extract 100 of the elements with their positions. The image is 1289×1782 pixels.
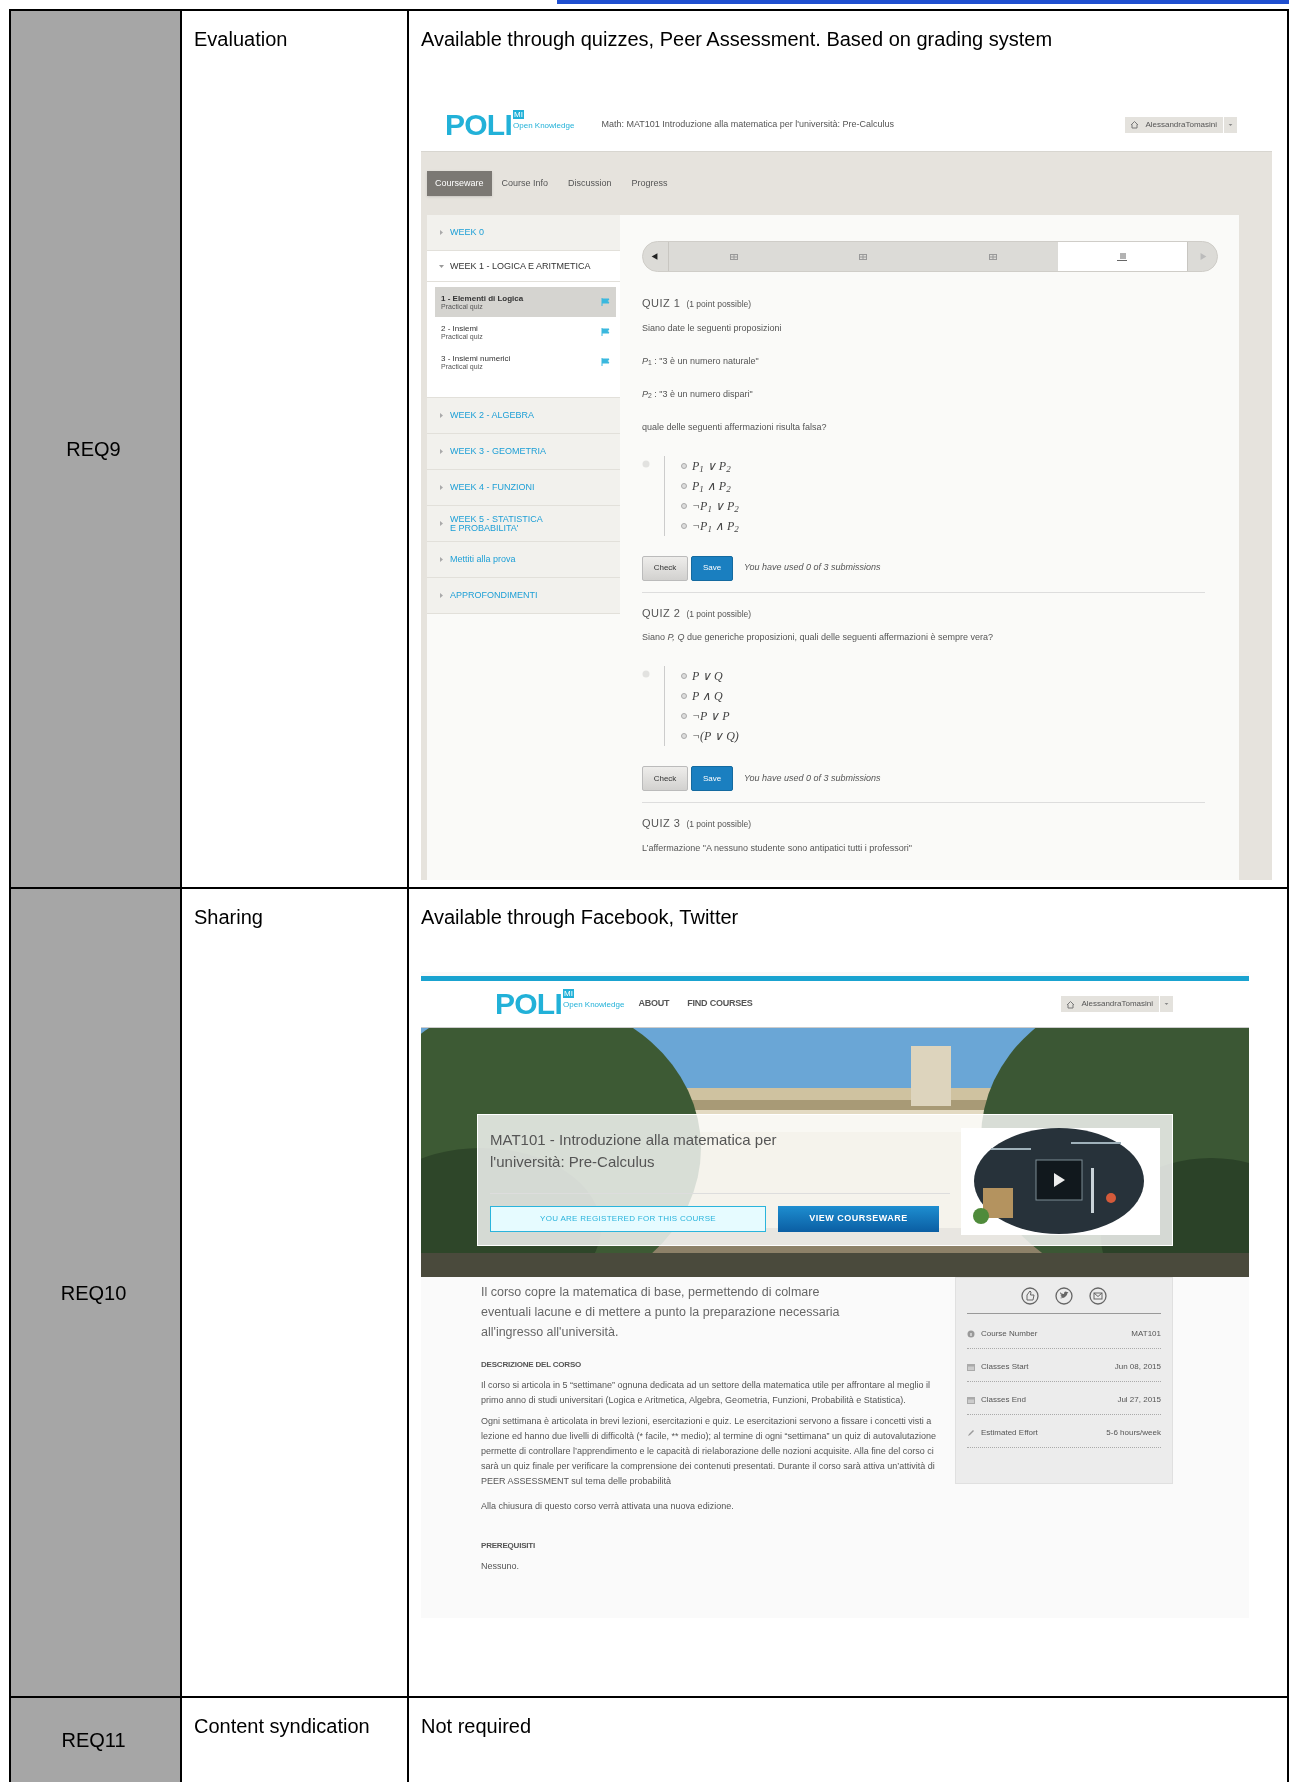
nav-tab[interactable]: Courseware	[427, 171, 492, 196]
sidebar-item[interactable]: WEEK 5 - STATISTICA E PROBABILITA'	[427, 506, 620, 542]
table-cell: Evaluation	[182, 11, 409, 889]
calendar-icon	[967, 1396, 975, 1404]
option-label: P ∨ Q	[692, 668, 723, 685]
flag-icon	[601, 298, 610, 306]
option-label: ¬P$_{1}$ ∧ P$_{2}$	[692, 517, 739, 535]
radio-button[interactable]	[681, 693, 687, 699]
lesson-title: 3 - Insiemi numerici	[441, 353, 511, 363]
logo-badge: MI	[563, 989, 574, 998]
radio-button[interactable]	[681, 462, 687, 469]
question-text: quale delle seguenti affermazioni risulta falsa?	[642, 420, 828, 434]
fact-value: Jul 27, 2015	[1117, 1394, 1161, 1406]
fact-value: 5-6 hours/week	[1106, 1427, 1161, 1439]
save-button[interactable]: Save	[691, 766, 733, 791]
fact-label: Classes End	[981, 1394, 1026, 1406]
question-text: P$_{1}$ : "3 è un numero naturale"	[642, 354, 760, 368]
nav-tab[interactable]: Discussion	[558, 171, 622, 196]
caret-right-icon	[439, 413, 444, 418]
logo-text[interactable]: POLI	[445, 109, 512, 140]
sidebar-item-label: Mettiti alla prova	[450, 555, 516, 564]
table-cell: REQ10	[11, 889, 182, 1698]
sidebar-item[interactable]: WEEK 3 - GEOMETRIA	[427, 434, 620, 470]
option-label: ¬P ∨ P	[692, 708, 730, 725]
cell-text: Available through Facebook, Twitter	[421, 905, 740, 930]
home-icon	[1130, 120, 1140, 129]
fact-label: Course Number	[981, 1328, 1038, 1340]
sidebar-item-label: WEEK 3 - GEOMETRIA	[450, 447, 546, 456]
list-icon	[1117, 252, 1128, 261]
user-menu-button[interactable]: AlessandraTomasini	[1061, 996, 1173, 1012]
description-text: Alla chiusura di questo corso verrà attivata una nuova edizione.	[481, 1500, 735, 1513]
radio-button[interactable]	[681, 713, 687, 719]
sidebar-item[interactable]: Mettiti alla prova	[427, 542, 620, 578]
sidebar-item[interactable]: APPROFONDIMENTI	[427, 578, 620, 614]
radio-button[interactable]	[681, 482, 687, 489]
sidebar-item[interactable]: WEEK 1 - LOGICA E ARITMETICA	[427, 251, 620, 282]
sidebar-item[interactable]: WEEK 4 - FUNZIONI	[427, 470, 620, 506]
option-label: ¬P$_{1}$ ∨ P$_{2}$	[692, 497, 739, 515]
caret-right-icon	[439, 557, 444, 562]
logo-badge: MI	[513, 109, 524, 119]
points-label: (1 point possible)	[686, 298, 752, 311]
sidebar-item-label: WEEK 1 - LOGICA E ARITMETICA	[450, 261, 591, 271]
thumbs-up-icon[interactable]	[1021, 1286, 1039, 1305]
check-button[interactable]: Check	[642, 555, 688, 581]
sidebar-item[interactable]: WEEK 2 - ALGEBRA	[427, 398, 620, 434]
fact-label: Estimated Effort	[981, 1427, 1038, 1439]
sidebar-item-label: WEEK 0	[450, 228, 484, 237]
question-text: Siano date le seguenti proposizioni	[642, 321, 783, 335]
save-button[interactable]: Save	[691, 555, 733, 581]
table-cell: Sharing	[182, 889, 409, 1698]
nav-tab[interactable]: Course Info	[491, 171, 559, 196]
film-icon	[729, 253, 738, 260]
nav-tab[interactable]: Progress	[621, 171, 678, 196]
caret-right-icon	[439, 521, 444, 526]
radio-button[interactable]	[681, 673, 687, 679]
home-icon	[1066, 999, 1076, 1009]
pencil-icon	[967, 1429, 975, 1437]
caret-down-icon	[439, 263, 444, 269]
question-text: P$_{2}$ : "3 è un numero dispari"	[642, 387, 754, 401]
fact-label: Classes Start	[981, 1361, 1029, 1373]
radio-button[interactable]	[681, 522, 687, 529]
user-name: AlessandraTomasini	[1081, 998, 1153, 1010]
option-label: P$_{1}$ ∧ P$_{2}$	[692, 477, 731, 495]
quiz-title: QUIZ 2	[642, 605, 681, 621]
table-cell: REQ11	[11, 1698, 182, 1782]
cell-text: Not required	[421, 1714, 533, 1739]
radio-button[interactable]	[681, 502, 687, 509]
submissions-note: You have used 0 of 3 submissions	[744, 561, 881, 575]
section-heading: PREREQUISITI	[481, 1540, 537, 1552]
mail-icon[interactable]	[1089, 1286, 1107, 1305]
film-icon	[988, 253, 997, 260]
flag-icon	[601, 328, 610, 336]
submissions-note: You have used 0 of 3 submissions	[744, 771, 881, 785]
user-menu-button[interactable]: AlessandraTomasini	[1125, 116, 1237, 133]
course-title: Math: MAT101 Introduzione alla matematica per l'università: Pre-Calculus	[601, 117, 895, 131]
bird-icon[interactable]	[1055, 1286, 1073, 1305]
description-text: Ogni settimana è articolata in brevi lezioni, esercitazioni e quiz. Le esercitazioni servono a fissare i concetti visti a lezione ed hanno due livelli di difficoltà (* facile, ** medio); al termine di ogni “settimana” un quiz di autovalutazione permette di controllare l’apprendimento e le capacità di rielaborazione delle nozioni acquisite. Alla fine del corso ci sarà un quiz finale per verificare la comprensione dei contenuti presentati. Durante il corso sarà attiva un’attività di PEER ASSESSMENT sul tema delle probabilità	[481, 1415, 938, 1488]
check-button[interactable]: Check	[642, 766, 688, 791]
table-cell: Content syndication	[182, 1698, 409, 1782]
nav-link[interactable]: FIND COURSES	[687, 997, 753, 1011]
fact-value: Jun 08, 2015	[1114, 1361, 1161, 1373]
sequence-tab[interactable]	[1057, 242, 1187, 271]
info-icon	[967, 1330, 975, 1338]
logo-text[interactable]: POLI	[495, 989, 562, 1019]
film-icon	[859, 253, 868, 260]
sidebar-item-label: WEEK 5 - STATISTICA E PROBABILITA'	[450, 514, 543, 533]
description-text: Nessuno.	[481, 1560, 521, 1573]
option-label: P ∧ Q	[692, 688, 723, 705]
lesson-title: 2 - Insiemi	[441, 323, 479, 333]
sidebar-item[interactable]: WEEK 0	[427, 215, 620, 251]
lesson-title: 1 - Elementi di Logica	[441, 293, 524, 303]
caret-right-icon	[439, 449, 444, 454]
fact-value: MAT101	[1131, 1328, 1161, 1340]
sidebar-item-label: APPROFONDIMENTI	[450, 591, 538, 600]
intro-text: Il corso copre la matematica di base, permettendo di colmare eventuali lacune e di mettere a punto la preparazione necessaria all'ingresso all'università.	[481, 1284, 841, 1341]
flag-icon	[601, 358, 610, 366]
radio-button[interactable]	[681, 733, 687, 739]
quiz-title: QUIZ 3	[642, 816, 681, 831]
nav-link[interactable]: ABOUT	[638, 997, 670, 1011]
caret-right-icon	[439, 230, 444, 235]
